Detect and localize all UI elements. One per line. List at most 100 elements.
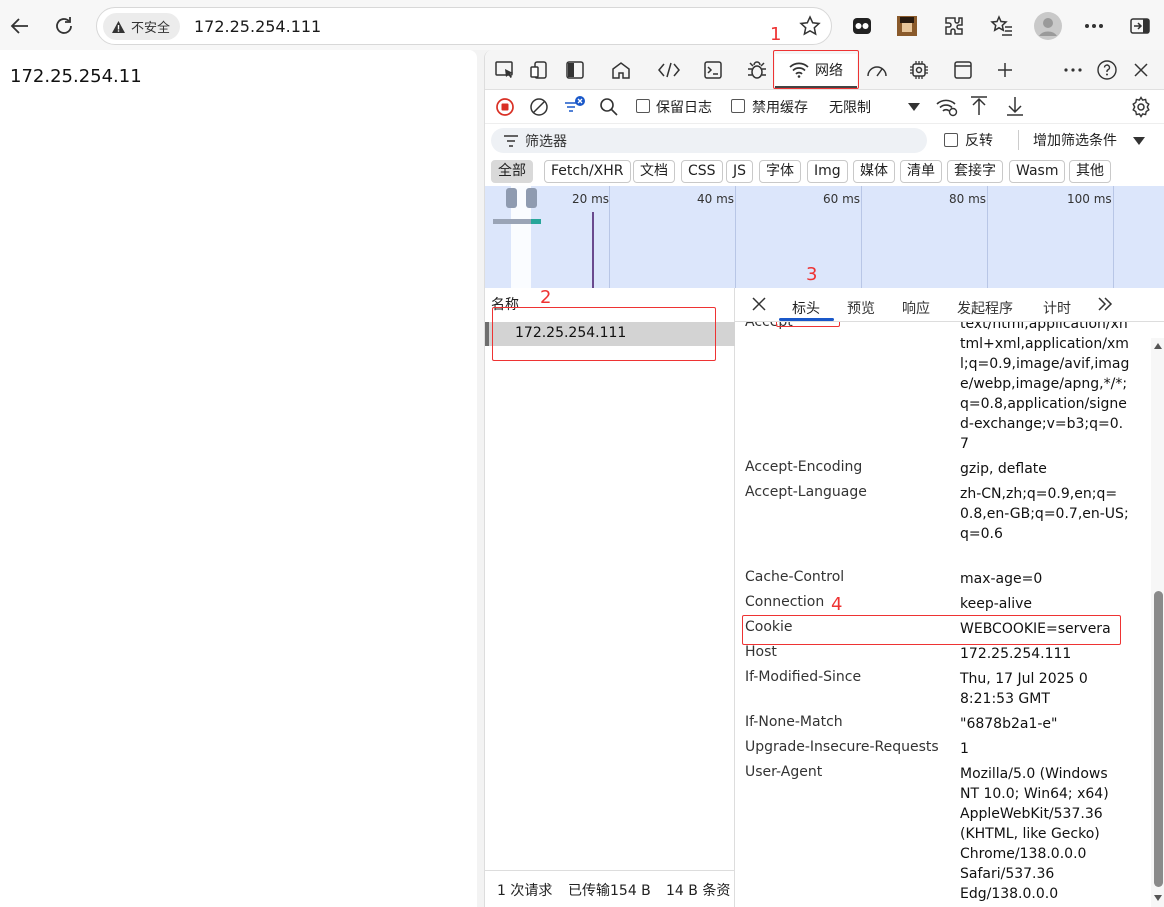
type-filter-fetch-xhr[interactable]: Fetch/XHR	[544, 160, 631, 183]
dock-side-button[interactable]	[559, 56, 591, 84]
security-indicator[interactable]: 不安全	[103, 13, 181, 40]
tab-initiator[interactable]: 发起程序	[957, 298, 1013, 318]
type-filter-manifest[interactable]: 清单	[900, 160, 942, 183]
tab-application[interactable]	[947, 56, 979, 84]
network-conditions-button[interactable]	[935, 96, 959, 118]
code-icon	[658, 62, 680, 78]
header-key: Cache-Control	[745, 569, 845, 585]
type-filter-media[interactable]: 媒体	[853, 160, 895, 183]
scrollbar-thumb[interactable]	[1154, 591, 1163, 887]
header-key: Host	[745, 644, 777, 660]
refresh-button[interactable]	[48, 10, 80, 42]
divider	[1018, 130, 1019, 150]
more-filters-button[interactable]: 增加筛选条件	[1033, 130, 1117, 150]
device-emulation-button[interactable]	[523, 56, 555, 84]
page-content-text: 172.25.254.11	[10, 66, 142, 87]
invert-checkbox[interactable]	[944, 133, 958, 147]
tab-console[interactable]	[697, 56, 729, 84]
devtools-menu-button[interactable]	[1057, 56, 1089, 84]
timeline-tick: 40 ms	[697, 192, 735, 206]
disable-cache-checkbox[interactable]	[731, 99, 745, 113]
more-horizontal-icon	[1064, 68, 1082, 72]
glasses-icon	[853, 18, 871, 34]
header-value: zh-CN,zh;q=0.9,en;q=0.8,en-GB;q=0.7,en-U…	[960, 486, 1129, 542]
timeline-tick: 60 ms	[823, 192, 861, 206]
favorites-button[interactable]	[986, 10, 1018, 42]
gear-icon	[1132, 96, 1150, 118]
close-detail-button[interactable]	[751, 296, 767, 312]
tab-memory[interactable]	[903, 56, 935, 84]
profile-button[interactable]	[1032, 10, 1064, 42]
type-filter-socket[interactable]: 套接字	[947, 160, 1003, 183]
preserve-log-checkbox[interactable]	[636, 99, 650, 113]
tab-timing[interactable]: 计时	[1043, 298, 1071, 318]
more-tabs-button[interactable]	[1097, 297, 1113, 311]
detail-tab-bar: 标头 预览 响应 发起程序 计时	[735, 288, 1164, 322]
headers-scrollbar[interactable]	[1151, 338, 1164, 907]
close-devtools-button[interactable]	[1125, 56, 1157, 84]
caret-down-icon	[908, 103, 920, 111]
export-har-button[interactable]	[1005, 95, 1025, 117]
type-filter-wasm[interactable]: Wasm	[1009, 160, 1066, 183]
sidebar-toggle-button[interactable]	[1124, 10, 1156, 42]
filter-input[interactable]: 筛选器	[491, 128, 927, 153]
tab-welcome[interactable]	[605, 56, 637, 84]
network-overview-timeline[interactable]: 20 ms 40 ms 60 ms 80 ms 100 ms	[485, 186, 1164, 288]
tab-preview[interactable]: 预览	[847, 298, 875, 318]
address-bar[interactable]: 不安全 172.25.254.111	[96, 7, 832, 45]
more-horizontal-icon	[1085, 24, 1103, 28]
annotation-box-cookie	[742, 615, 1121, 645]
filter-toggle-button[interactable]	[563, 95, 587, 117]
preserve-log-label: 保留日志	[656, 100, 712, 116]
timeline-tick: 20 ms	[572, 192, 610, 206]
extension-button-1[interactable]	[846, 10, 878, 42]
more-tools-button[interactable]	[989, 56, 1021, 84]
grid-line	[609, 186, 610, 288]
insecure-label: 不安全	[131, 21, 171, 36]
type-filter-font[interactable]: 字体	[759, 160, 801, 183]
tab-sources[interactable]	[741, 56, 773, 84]
network-toolbar: 保留日志 禁用缓存 无限制	[485, 90, 1164, 124]
network-settings-button[interactable]	[1130, 96, 1152, 118]
header-value: Thu, 17 Jul 2025 08:21:53 GMT	[960, 671, 1088, 707]
type-filter-img[interactable]: Img	[807, 160, 848, 183]
window-icon	[954, 61, 972, 79]
type-filter-document[interactable]: 文档	[633, 160, 675, 183]
back-button[interactable]	[4, 10, 36, 42]
warning-icon	[112, 20, 125, 33]
type-filter-all[interactable]: 全部	[491, 160, 533, 183]
header-value: "6878b2a1-e"	[960, 716, 1058, 732]
record-button[interactable]	[495, 97, 515, 117]
filter-placeholder: 筛选器	[525, 134, 567, 150]
selection-handle-right[interactable]	[526, 188, 537, 208]
home-icon	[612, 62, 630, 79]
selection-handle-left[interactable]	[506, 188, 517, 208]
throttling-select[interactable]: 无限制	[829, 97, 871, 117]
type-filter-css[interactable]: CSS	[681, 160, 723, 183]
help-button[interactable]	[1091, 56, 1123, 84]
record-stop-icon	[496, 98, 514, 116]
search-button[interactable]	[599, 97, 619, 117]
import-har-button[interactable]	[969, 95, 989, 117]
url-text[interactable]: 172.25.254.111	[194, 17, 321, 36]
inspect-element-button[interactable]	[489, 56, 521, 84]
clear-button[interactable]	[529, 97, 549, 117]
header-value: 172.25.254.111	[960, 646, 1072, 662]
favorite-button[interactable]	[799, 15, 821, 37]
type-filter-js[interactable]: JS	[726, 160, 754, 183]
tab-performance[interactable]	[861, 56, 893, 84]
type-filter-other[interactable]: 其他	[1069, 160, 1111, 183]
extension-button-2[interactable]	[891, 10, 923, 42]
network-status-bar: 1 次请求 已传输154 B 14 B 条资	[485, 870, 735, 907]
profile-avatar-icon	[1034, 12, 1062, 40]
double-chevron-right-icon	[1098, 297, 1113, 311]
throttling-dropdown[interactable]	[907, 102, 921, 112]
tab-response[interactable]: 响应	[902, 298, 930, 318]
extensions-button[interactable]	[938, 10, 970, 42]
more-filters-dropdown[interactable]	[1132, 136, 1146, 146]
tab-elements[interactable]	[653, 56, 685, 84]
resource-type-filters: 全部 Fetch/XHR 文档 CSS JS 字体 Img 媒体 清单 套接字 …	[485, 156, 1164, 186]
tab-headers[interactable]: 标头	[792, 298, 820, 318]
header-value: gzip, deflate	[960, 461, 1047, 477]
settings-more-button[interactable]	[1078, 10, 1110, 42]
